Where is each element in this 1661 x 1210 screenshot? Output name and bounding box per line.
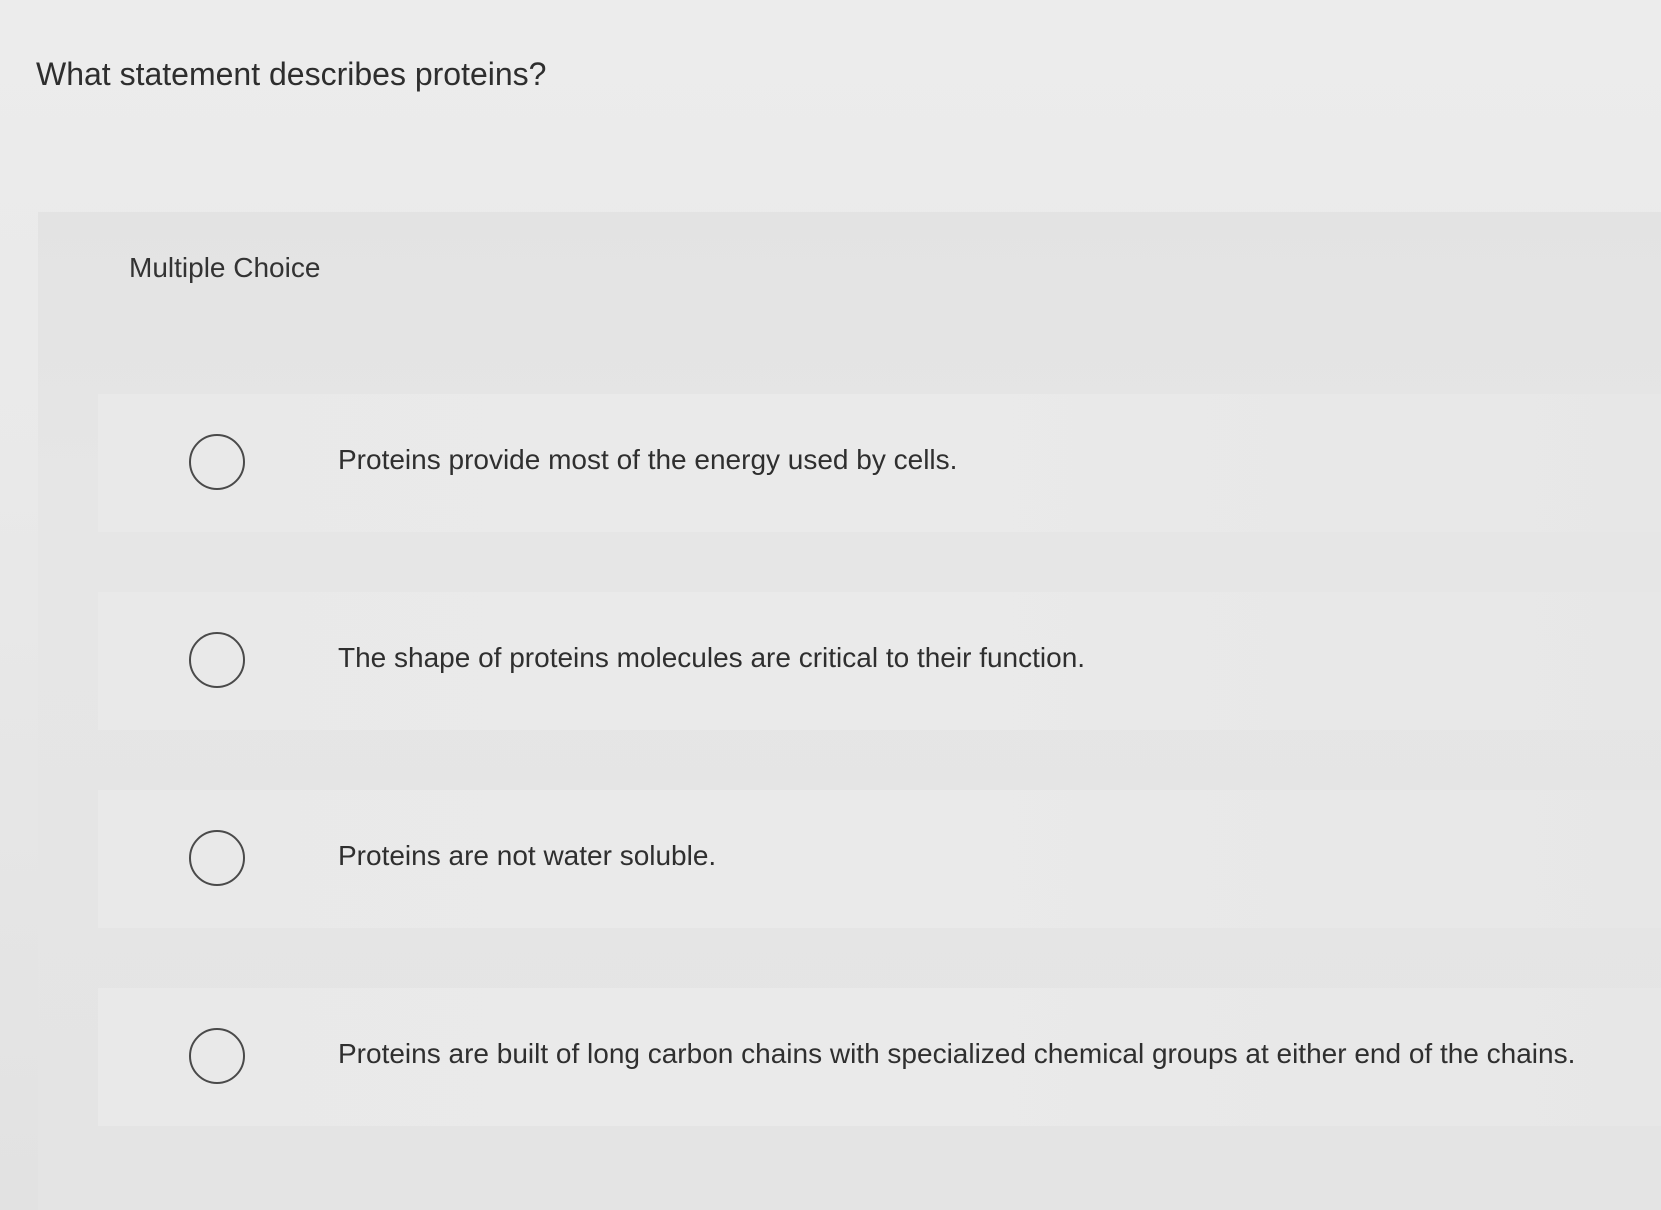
- radio-unchecked-icon[interactable]: [189, 830, 245, 886]
- multiple-choice-panel: Multiple Choice Proteins provide most of…: [38, 212, 1661, 1210]
- radio-unchecked-icon[interactable]: [189, 632, 245, 688]
- question-type-label: Multiple Choice: [129, 252, 321, 283]
- question-text: What statement describes proteins?: [36, 56, 547, 92]
- choice-label[interactable]: The shape of proteins molecules are crit…: [338, 642, 1085, 674]
- radio-unchecked-icon[interactable]: [189, 1028, 245, 1084]
- choice-option-1[interactable]: Proteins provide most of the energy used…: [98, 394, 1661, 532]
- choice-option-4[interactable]: Proteins are built of long carbon chains…: [98, 988, 1661, 1126]
- choice-label[interactable]: Proteins are built of long carbon chains…: [338, 1038, 1575, 1070]
- choice-option-3[interactable]: Proteins are not water soluble.: [98, 790, 1661, 928]
- choice-label[interactable]: Proteins are not water soluble.: [338, 840, 716, 872]
- choice-label[interactable]: Proteins provide most of the energy used…: [338, 444, 957, 476]
- radio-unchecked-icon[interactable]: [189, 434, 245, 490]
- choice-option-2[interactable]: The shape of proteins molecules are crit…: [98, 592, 1661, 730]
